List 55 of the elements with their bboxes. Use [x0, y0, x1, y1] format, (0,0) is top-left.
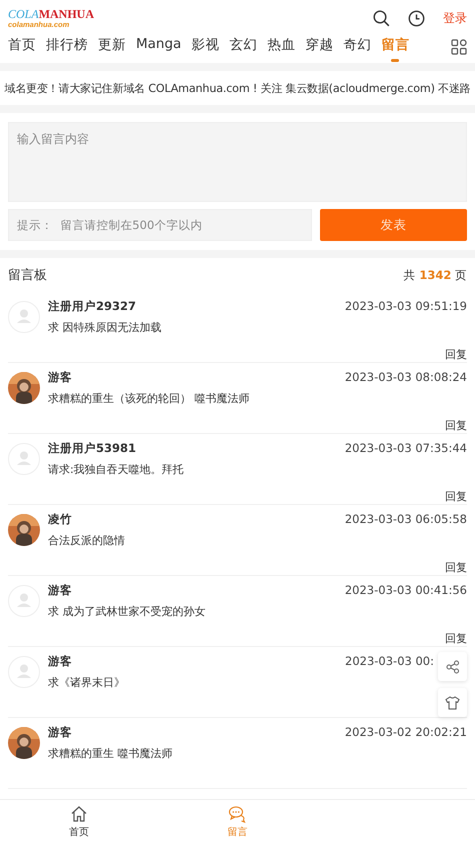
post-time: 2023-03-03 00:: [345, 654, 434, 668]
post-time: 2023-03-03 08:08:24: [344, 370, 467, 384]
post-time: 2023-03-03 09:51:19: [344, 299, 467, 313]
reply-link[interactable]: 回复: [445, 560, 467, 574]
clock-icon[interactable]: [408, 10, 425, 26]
share-button[interactable]: [438, 652, 467, 681]
message-text: 合法反派的隐情: [48, 533, 126, 548]
login-link[interactable]: 登录: [443, 10, 467, 26]
reply-link[interactable]: 回复: [445, 347, 467, 361]
message-text: 求糟糕的重生（该死的轮回） 噬书魔法师: [48, 391, 250, 406]
board-title: 留言板: [8, 267, 47, 284]
avatar-icon: [8, 656, 40, 688]
avatar-icon: [8, 585, 40, 617]
nav-tab[interactable]: 排行榜: [46, 36, 88, 62]
bottom-nav-item[interactable]: 首页: [0, 800, 158, 844]
user-name: 游客: [48, 370, 72, 384]
user-name: 注册用户29327: [48, 298, 136, 314]
nav-tab[interactable]: 奇幻: [343, 36, 372, 62]
nav-tab[interactable]: 玄幻: [229, 36, 258, 62]
avatar-icon: [8, 301, 40, 333]
message-text: 求糟糕的重生 噬书魔法师: [48, 746, 174, 761]
message-field[interactable]: 输入留言内容: [8, 122, 467, 202]
user-name: 凌竹: [48, 512, 72, 526]
user-name: 游客: [48, 654, 72, 668]
theme-button[interactable]: [438, 688, 467, 717]
message-text: 求 成为了武林世家不受宠的孙女: [48, 604, 206, 619]
nav-tab[interactable]: 更新: [98, 36, 126, 62]
user-name: 注册用户53981: [48, 440, 136, 456]
nav-tab[interactable]: Manga: [136, 36, 182, 62]
shirt-icon: [445, 696, 460, 710]
reply-link[interactable]: 回复: [445, 418, 467, 432]
search-icon[interactable]: [373, 10, 390, 26]
page-count: 共 1342 页: [404, 268, 467, 282]
hint-field[interactable]: 提示： 留言请控制在500个字以内: [8, 209, 312, 241]
message-text: 求《诸界末日》: [48, 675, 126, 690]
post-time: 2023-03-02 20:02:21: [344, 725, 467, 739]
message-text: 求 因特殊原因无法加载: [48, 320, 162, 335]
avatar-icon: [8, 443, 40, 475]
grid-icon[interactable]: [451, 39, 467, 55]
message-text: 请求:我独自吞天噬地。拜托: [48, 462, 185, 477]
reply-link[interactable]: 回复: [445, 631, 467, 645]
nav-tab[interactable]: 首页: [8, 36, 36, 62]
nav-tab[interactable]: 热血: [267, 36, 296, 62]
share-icon: [446, 660, 460, 674]
post-time: 2023-03-03 07:35:44: [344, 441, 467, 455]
nav-tab[interactable]: 穿越: [305, 36, 334, 62]
post-time: 2023-03-03 06:05:58: [344, 512, 467, 526]
nav-tab[interactable]: 影视: [191, 36, 220, 62]
user-name: 游客: [48, 724, 72, 740]
reply-link[interactable]: 回复: [445, 489, 467, 503]
home-icon: [70, 805, 88, 823]
notice-text: 域名更变！请大家记住新域名 COLAmanhua.com ! 关注 集云数据(acloudmerge.com) 不迷路: [3, 80, 472, 96]
post-time: 2023-03-03 00:41:56: [344, 583, 467, 597]
user-name: 游客: [48, 582, 72, 598]
chat-icon: [228, 805, 246, 823]
